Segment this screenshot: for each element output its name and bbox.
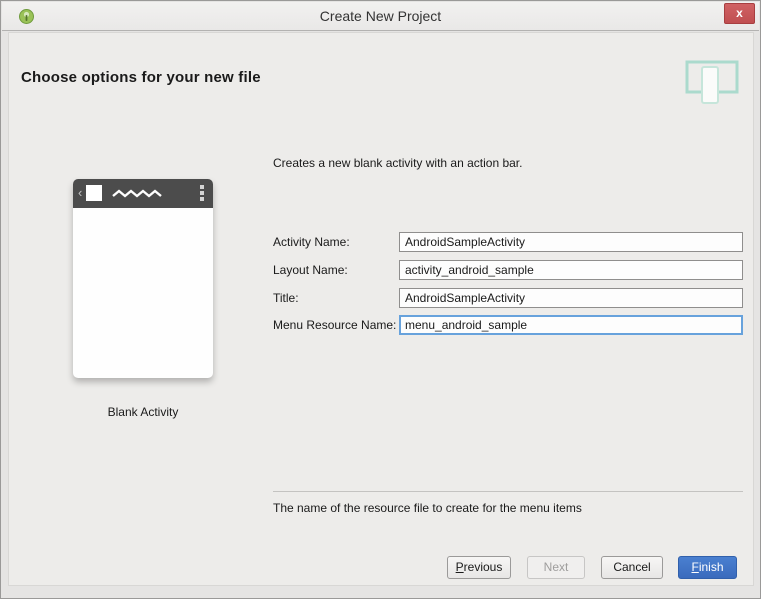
close-icon: x — [736, 6, 743, 20]
help-divider — [273, 491, 743, 492]
page-title: Choose options for your new file — [21, 69, 261, 86]
preview-label: Blank Activity — [43, 405, 243, 419]
layout-name-input[interactable] — [399, 260, 743, 280]
overflow-menu-icon — [200, 185, 204, 203]
window-title: Create New Project — [2, 2, 759, 31]
menu-resource-name-input[interactable] — [399, 315, 743, 335]
preview-action-bar: ‹ — [73, 179, 213, 208]
close-button[interactable]: x — [724, 3, 755, 24]
activity-name-input[interactable] — [399, 232, 743, 252]
previous-button[interactable]: Previous — [447, 556, 511, 579]
title-label: Title: — [273, 288, 299, 308]
title-input[interactable] — [399, 288, 743, 308]
app-icon-placeholder — [86, 185, 102, 201]
back-chevron-icon: ‹ — [78, 185, 82, 201]
activity-gallery-icon — [685, 59, 739, 105]
menu-resource-name-label: Menu Resource Name: — [273, 315, 396, 335]
title-placeholder-zigzag — [112, 189, 164, 199]
cancel-button[interactable]: Cancel — [601, 556, 663, 579]
blank-activity-preview[interactable]: ‹ — [73, 179, 213, 378]
wizard-panel: Choose options for your new file ‹ Blank… — [8, 32, 754, 586]
layout-name-label: Layout Name: — [273, 260, 348, 280]
create-new-project-dialog: Create New Project x Choose options for … — [0, 0, 761, 599]
field-help-text: The name of the resource file to create … — [273, 501, 582, 515]
next-button[interactable]: Next — [527, 556, 585, 579]
finish-button[interactable]: Finish — [678, 556, 737, 579]
activity-description: Creates a new blank activity with an act… — [273, 156, 522, 170]
activity-name-label: Activity Name: — [273, 232, 350, 252]
title-bar[interactable]: Create New Project x — [2, 2, 759, 31]
